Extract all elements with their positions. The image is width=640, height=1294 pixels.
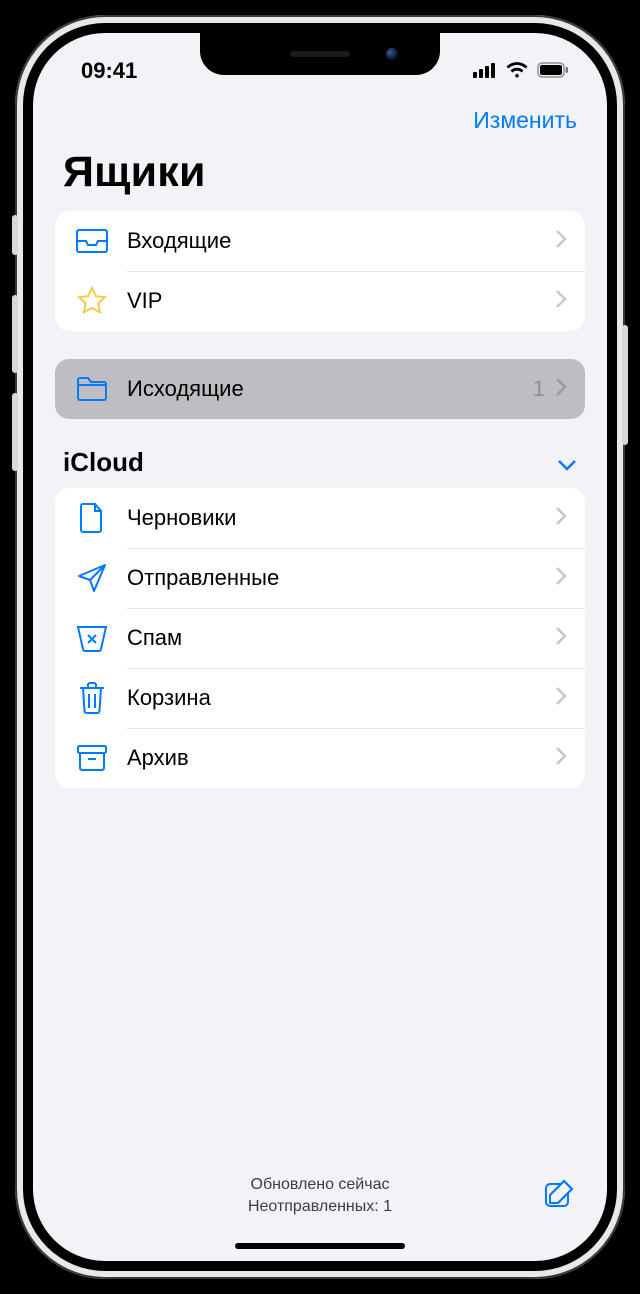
document-icon: [73, 499, 111, 537]
mailbox-label: Архив: [127, 745, 555, 771]
cellular-icon: [473, 58, 497, 84]
mailbox-label: Черновики: [127, 505, 555, 531]
mailbox-vip[interactable]: VIP: [55, 271, 585, 331]
status-time: 09:41: [81, 58, 137, 84]
section-title: iCloud: [63, 447, 144, 478]
nav-bar: Изменить: [33, 89, 607, 142]
outbox-count: 1: [533, 376, 545, 402]
mailbox-label: Спам: [127, 625, 555, 651]
screen: 09:41 Изменить Ящики В: [33, 33, 607, 1261]
trash-icon: [73, 679, 111, 717]
mailbox-label: Входящие: [127, 228, 555, 254]
chevron-right-icon: [555, 229, 567, 254]
home-indicator[interactable]: [235, 1243, 405, 1249]
mailbox-inbox[interactable]: Входящие: [55, 211, 585, 271]
chevron-right-icon: [555, 506, 567, 531]
status-line-2: Неотправленных: 1: [248, 1196, 392, 1218]
status-line-1: Обновлено сейчас: [248, 1174, 392, 1196]
mailbox-label: Отправленные: [127, 565, 555, 591]
compose-button[interactable]: [543, 1177, 577, 1216]
battery-icon: [537, 58, 569, 84]
section-header-icloud[interactable]: iCloud: [33, 447, 607, 488]
mailbox-trash[interactable]: Корзина: [55, 668, 585, 728]
iphone-device-frame: 09:41 Изменить Ящики В: [15, 15, 625, 1279]
paper-plane-icon: [73, 559, 111, 597]
power-button: [622, 325, 628, 445]
page-title: Ящики: [33, 142, 607, 211]
volume-down-button: [12, 393, 18, 471]
chevron-right-icon: [555, 377, 567, 402]
mailbox-sent[interactable]: Отправленные: [55, 548, 585, 608]
mailbox-label: Исходящие: [127, 376, 533, 402]
favorites-group: Входящие VIP: [55, 211, 585, 331]
inbox-icon: [73, 222, 111, 260]
folder-icon: [73, 370, 111, 408]
edit-button[interactable]: Изменить: [473, 107, 577, 134]
chevron-right-icon: [555, 626, 567, 651]
mailbox-junk[interactable]: Спам: [55, 608, 585, 668]
mailbox-label: Корзина: [127, 685, 555, 711]
chevron-right-icon: [555, 686, 567, 711]
notch: [200, 33, 440, 75]
front-camera: [386, 48, 398, 60]
chevron-right-icon: [555, 566, 567, 591]
chevron-right-icon: [555, 746, 567, 771]
chevron-right-icon: [555, 289, 567, 314]
silence-switch: [12, 215, 18, 255]
status-text: Обновлено сейчас Неотправленных: 1: [248, 1174, 392, 1217]
chevron-down-icon: [557, 447, 577, 478]
outbox-group: Исходящие 1: [55, 359, 585, 419]
volume-up-button: [12, 295, 18, 373]
mailbox-outbox[interactable]: Исходящие 1: [55, 359, 585, 419]
mailbox-archive[interactable]: Архив: [55, 728, 585, 788]
star-icon: [73, 282, 111, 320]
junk-icon: [73, 619, 111, 657]
toolbar: Обновлено сейчас Неотправленных: 1: [33, 1161, 607, 1231]
wifi-icon: [505, 58, 529, 84]
archive-icon: [73, 739, 111, 777]
mailbox-label: VIP: [127, 288, 555, 314]
icloud-group: Черновики Отправленные Спам: [55, 488, 585, 788]
mailbox-drafts[interactable]: Черновики: [55, 488, 585, 548]
